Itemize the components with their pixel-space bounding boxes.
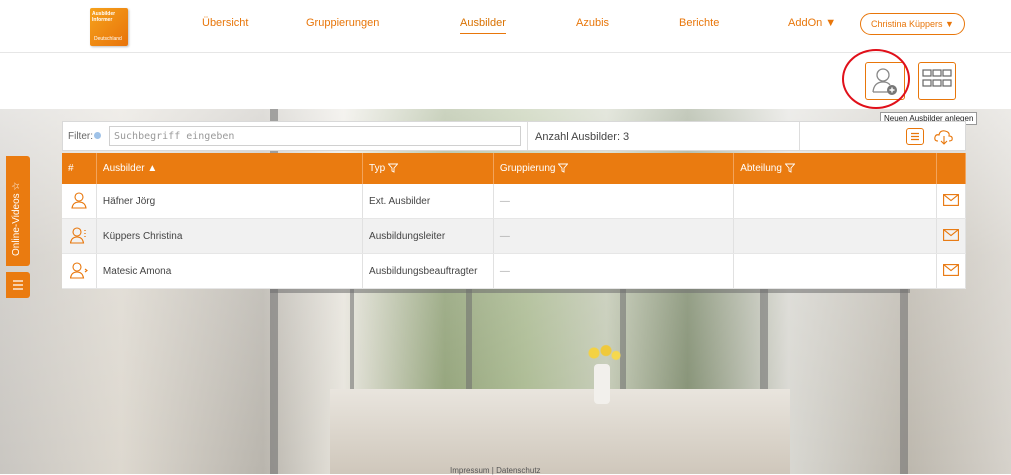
trainer-department xyxy=(733,253,937,289)
user-lead-icon xyxy=(69,226,86,244)
trainer-department xyxy=(733,184,937,219)
search-input[interactable] xyxy=(109,126,521,146)
table-row[interactable]: Häfner Jörg Ext. Ausbilder — xyxy=(62,184,966,219)
user-icon-cell xyxy=(62,253,97,289)
filter-funnel-icon[interactable] xyxy=(784,163,795,174)
column-header-group-label: Gruppierung xyxy=(499,163,556,174)
column-header-type[interactable]: Typ xyxy=(362,153,494,184)
nav-item-addon[interactable]: AddOn ▼ xyxy=(788,17,836,29)
column-header-type-label: Typ xyxy=(369,163,386,174)
filter-funnel-icon[interactable] xyxy=(388,163,399,174)
mail-cell xyxy=(936,184,966,219)
trainer-name[interactable]: Küppers Christina xyxy=(96,218,364,254)
list-view-icon[interactable] xyxy=(906,128,924,145)
trainer-table: # Ausbilder ▲ Typ Gruppierung Abteilung … xyxy=(62,153,966,289)
mail-cell xyxy=(936,218,966,254)
side-menu-button[interactable] xyxy=(6,272,30,298)
filter-label: Filter: xyxy=(68,131,101,142)
trainer-type: Ausbildungsleiter xyxy=(362,218,494,254)
trainer-group: — xyxy=(493,253,735,289)
trainer-name[interactable]: Häfner Jörg xyxy=(96,184,364,219)
logo-text-line2: Informer xyxy=(92,17,113,23)
nav-item-berichte[interactable]: Berichte xyxy=(679,17,719,29)
nav-item-uebersicht[interactable]: Übersicht xyxy=(202,17,248,29)
brand-logo[interactable]: Ausbilder Informer Deutschland xyxy=(90,8,128,46)
filter-divider xyxy=(527,122,528,150)
user-icon-cell xyxy=(62,184,97,219)
column-header-actions xyxy=(936,153,966,184)
mail-icon[interactable] xyxy=(943,263,959,276)
column-header-name[interactable]: Ausbilder ▲ xyxy=(96,153,364,184)
trainer-type: Ausbildungsbeauftragter xyxy=(362,253,494,289)
online-videos-tab[interactable]: Online-Videos ☆ xyxy=(6,156,30,266)
trainer-group: — xyxy=(493,218,735,254)
cloud-download-icon[interactable] xyxy=(933,127,955,147)
nav-item-azubis[interactable]: Azubis xyxy=(576,17,609,29)
user-icon-cell xyxy=(62,218,97,254)
trainer-department xyxy=(733,218,937,254)
trainer-group: — xyxy=(493,184,735,219)
hamburger-icon xyxy=(13,280,23,290)
column-header-name-label: Ausbilder ▲ xyxy=(102,163,158,174)
filter-divider-2 xyxy=(799,122,800,150)
column-header-group[interactable]: Gruppierung xyxy=(493,153,735,184)
mail-icon[interactable] xyxy=(943,228,959,241)
info-icon[interactable] xyxy=(94,132,101,139)
column-header-number: # xyxy=(62,153,97,184)
trainer-name[interactable]: Matesic Amona xyxy=(96,253,364,289)
filter-bar: Filter: Anzahl Ausbilder: 3 xyxy=(62,121,966,151)
column-header-department[interactable]: Abteilung xyxy=(733,153,937,184)
tile-view-button[interactable] xyxy=(918,62,956,100)
mail-cell xyxy=(936,253,966,289)
trainer-type: Ext. Ausbilder xyxy=(362,184,494,219)
table-header-row: # Ausbilder ▲ Typ Gruppierung Abteilung xyxy=(62,153,966,184)
nav-item-gruppierungen[interactable]: Gruppierungen xyxy=(306,17,379,29)
table-row[interactable]: Matesic Amona Ausbildungsbeauftragter — xyxy=(62,253,966,289)
user-menu-button[interactable]: Christina Küppers ▼ xyxy=(860,13,965,35)
mail-icon[interactable] xyxy=(943,193,959,206)
online-videos-label: Online-Videos ☆ xyxy=(11,181,22,256)
trainer-count: Anzahl Ausbilder: 3 xyxy=(535,131,630,143)
logo-text-line3: Deutschland xyxy=(94,36,122,42)
table-row[interactable]: Küppers Christina Ausbildungsleiter — xyxy=(62,218,966,254)
column-header-department-label: Abteilung xyxy=(740,163,782,174)
highlight-ring xyxy=(842,49,910,109)
filter-funnel-icon[interactable] xyxy=(558,163,569,174)
grid-view-icon xyxy=(922,69,952,87)
user-icon xyxy=(71,191,87,209)
nav-item-ausbilder[interactable]: Ausbilder xyxy=(460,17,506,34)
top-navigation: Ausbilder Informer Deutschland Übersicht… xyxy=(0,0,1011,53)
filter-label-text: Filter: xyxy=(68,131,93,142)
user-assignee-icon xyxy=(69,261,88,279)
